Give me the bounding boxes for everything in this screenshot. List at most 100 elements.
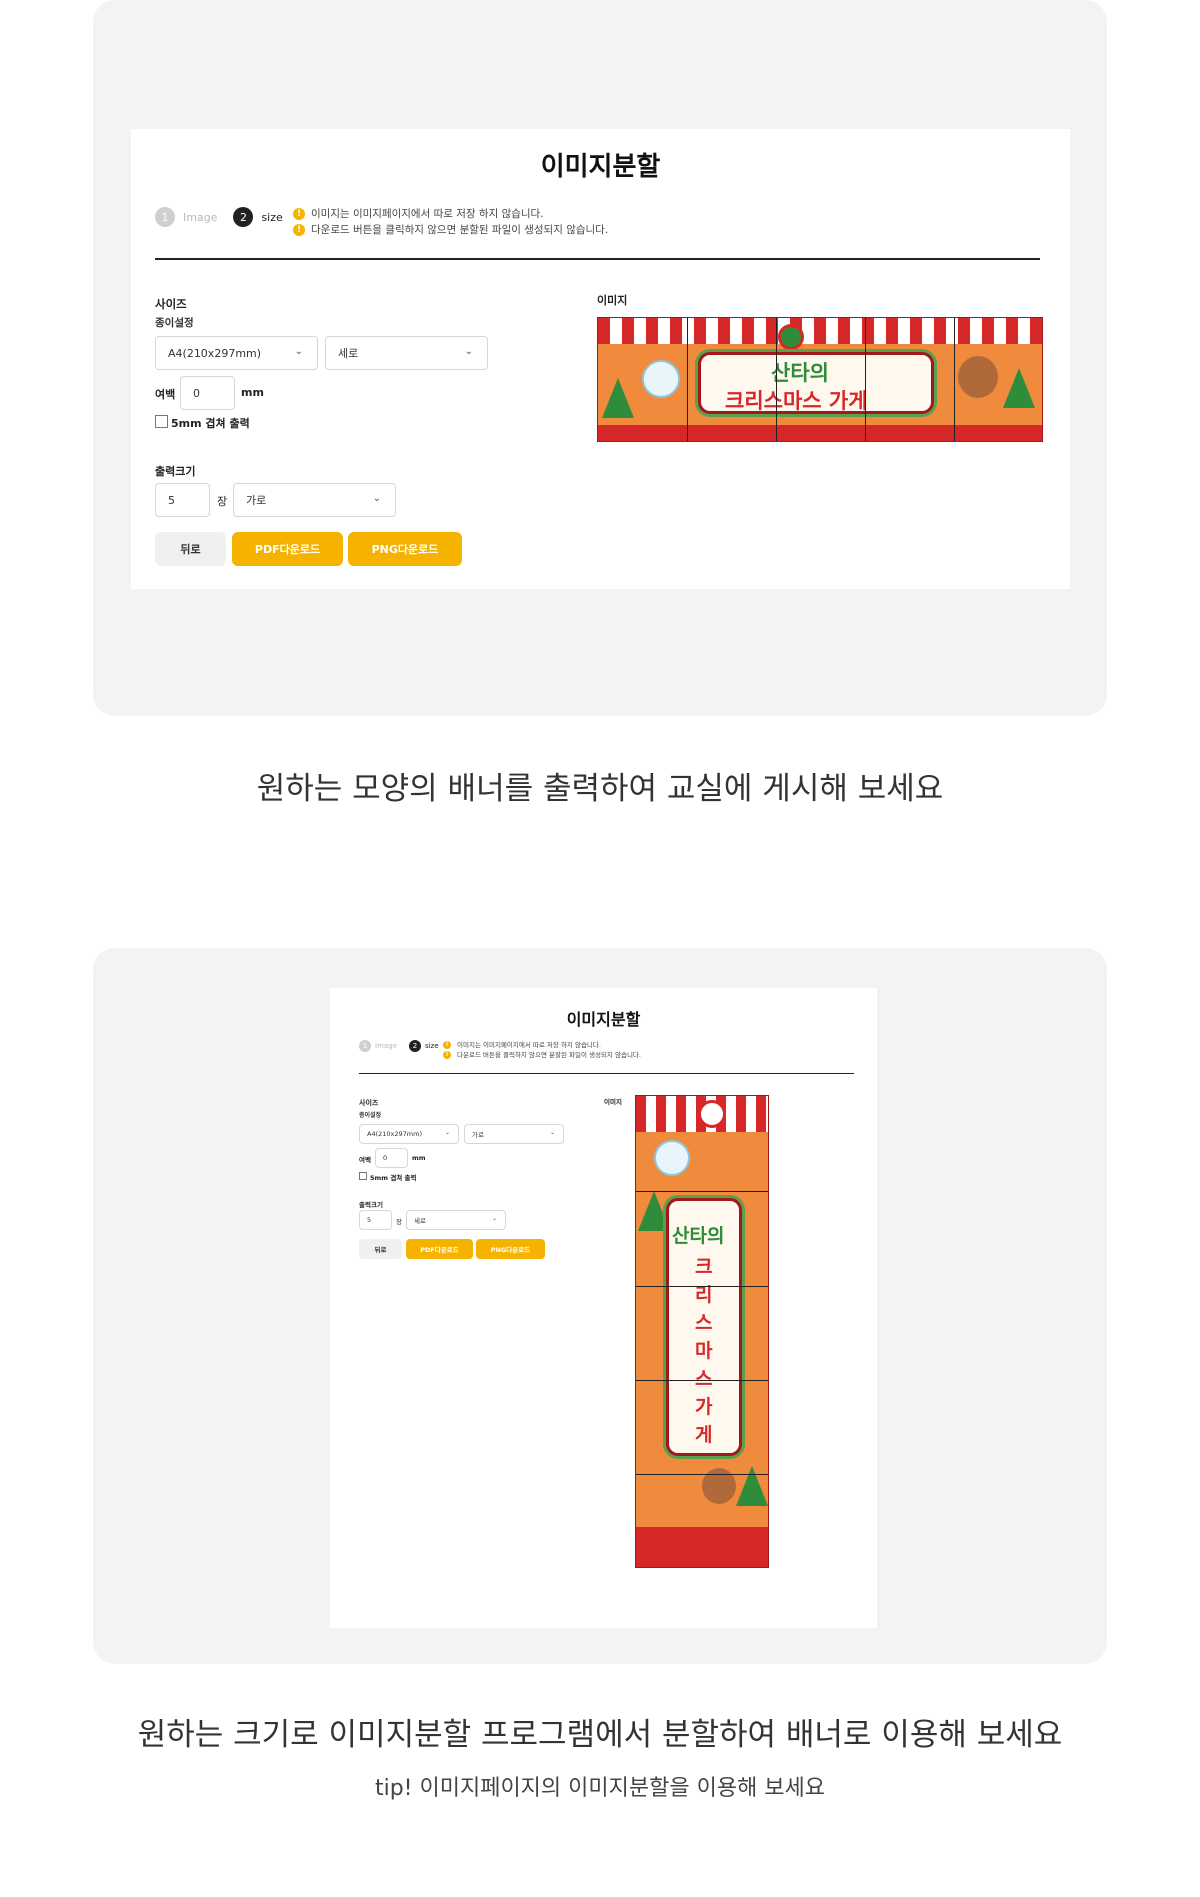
divider xyxy=(155,258,1040,260)
image-split-app-vertical: 이미지분할 1 Image 2 size ! 이미지는 이미지페이지에서 따로 … xyxy=(330,988,877,1628)
orientation-value: 세로 xyxy=(338,347,359,360)
step-1-badge[interactable]: 1 xyxy=(359,1040,371,1052)
orientation-select[interactable]: 가로 ⌄ xyxy=(464,1124,564,1144)
step-indicator: 1 Image 2 size xyxy=(155,207,283,227)
warning-icon: ! xyxy=(443,1051,451,1059)
split-seam xyxy=(636,1286,768,1287)
image-split-app-horizontal: 이미지분할 1 Image 2 size ! 이미지는 이미지페이지에서 따로 … xyxy=(131,129,1070,589)
output-count-input[interactable]: 5 xyxy=(155,483,210,517)
output-size-label: 출력크기 xyxy=(359,1201,383,1209)
chevron-down-icon: ⌄ xyxy=(444,1129,450,1136)
image-preview-label: 이미지 xyxy=(597,294,628,307)
back-button[interactable]: 뒤로 xyxy=(359,1239,402,1259)
split-seam xyxy=(636,1191,768,1192)
caption-horizontal: 원하는 모양의 배너를 출력하여 교실에 게시해 보세요 xyxy=(256,771,944,807)
split-seam xyxy=(954,318,955,441)
step-2-label[interactable]: size xyxy=(425,1042,439,1050)
wreath-decoration xyxy=(778,324,804,350)
orientation-select[interactable]: 세로 ⌄ xyxy=(325,336,488,370)
png-download-button[interactable]: PNG다운로드 xyxy=(476,1239,545,1259)
tree-decoration xyxy=(602,378,634,418)
split-seam xyxy=(636,1380,768,1381)
tree-decoration xyxy=(736,1466,768,1506)
notice-text: 다운로드 버튼을 클릭하지 않으면 분할된 파일이 생성되지 않습니다. xyxy=(311,224,609,236)
pdf-download-button[interactable]: PDF다운로드 xyxy=(232,532,343,566)
output-count-input[interactable]: 5 xyxy=(359,1210,392,1230)
banner-sign: 산타의 크리스마스가게 xyxy=(666,1198,742,1456)
overlap-label: 5mm 겹쳐 출력 xyxy=(171,417,250,430)
split-seam xyxy=(636,1474,768,1475)
banner-title-line1: 산타의 xyxy=(771,361,829,385)
paper-size-select[interactable]: A4(210x297mm) ⌄ xyxy=(155,336,318,370)
step-1-label[interactable]: Image xyxy=(183,211,217,224)
output-unit: 장 xyxy=(217,495,228,508)
paper-setting-label: 종이설정 xyxy=(359,1112,382,1119)
margin-input[interactable]: 0 xyxy=(375,1148,408,1168)
notice-list: ! 이미지는 이미지페이지에서 따로 저장 하지 않습니다. ! 다운로드 버튼… xyxy=(443,1040,641,1060)
notice-item: ! 이미지는 이미지페이지에서 따로 저장 하지 않습니다. xyxy=(443,1040,641,1050)
step-2-label[interactable]: size xyxy=(261,211,282,224)
tree-decoration xyxy=(1003,368,1035,408)
image-preview-label: 이미지 xyxy=(604,1098,622,1106)
warning-icon: ! xyxy=(443,1041,451,1049)
banner-sign: 산타의 크리스마스 가게 xyxy=(698,352,934,414)
split-seam xyxy=(776,318,777,441)
margin-unit: mm xyxy=(412,1154,426,1162)
notice-item: ! 다운로드 버튼을 클릭하지 않으면 분할된 파일이 생성되지 않습니다. xyxy=(293,222,608,238)
output-unit: 장 xyxy=(396,1218,402,1226)
chevron-down-icon: ⌄ xyxy=(372,493,381,504)
step-1-badge[interactable]: 1 xyxy=(155,207,175,227)
split-seam xyxy=(687,318,688,441)
divider xyxy=(359,1073,854,1074)
step-1-label[interactable]: Image xyxy=(375,1042,397,1050)
overlap-checkbox[interactable] xyxy=(155,415,168,428)
chevron-down-icon: ⌄ xyxy=(491,1215,497,1222)
paper-size-value: A4(210x297mm) xyxy=(367,1130,422,1138)
chevron-down-icon: ⌄ xyxy=(294,346,303,357)
margin-label: 여백 xyxy=(359,1156,371,1164)
png-download-button[interactable]: PNG다운로드 xyxy=(348,532,462,566)
chevron-down-icon: ⌄ xyxy=(464,346,473,357)
orientation-value: 가로 xyxy=(472,1131,484,1139)
teddy-bear-decoration xyxy=(958,356,998,398)
awning-stripes xyxy=(598,318,1042,344)
notice-text: 이미지는 이미지페이지에서 따로 저장 하지 않습니다. xyxy=(457,1041,601,1049)
margin-unit: mm xyxy=(241,386,264,399)
app-title: 이미지분할 xyxy=(566,1010,641,1029)
polar-bear-decoration xyxy=(654,1140,690,1176)
notice-text: 다운로드 버튼을 클릭하지 않으면 분할된 파일이 생성되지 않습니다. xyxy=(457,1051,641,1059)
pdf-download-button[interactable]: PDF다운로드 xyxy=(406,1239,473,1259)
banner-title-line2: 크리스마스가게 xyxy=(695,1256,713,1446)
chevron-down-icon: ⌄ xyxy=(549,1129,555,1136)
notice-text: 이미지는 이미지페이지에서 따로 저장 하지 않습니다. xyxy=(311,208,544,220)
paper-size-select[interactable]: A4(210x297mm) ⌄ xyxy=(359,1124,459,1144)
direction-select[interactable]: 세로 ⌄ xyxy=(406,1210,506,1230)
app-title: 이미지분할 xyxy=(540,152,661,182)
banner-base xyxy=(636,1527,768,1567)
banner-title-line2: 크리스마스 가게 xyxy=(725,389,868,413)
santa-decoration xyxy=(698,1100,726,1128)
margin-label: 여백 xyxy=(155,388,176,401)
margin-input[interactable]: 0 xyxy=(180,376,235,410)
notice-list: ! 이미지는 이미지페이지에서 따로 저장 하지 않습니다. ! 다운로드 버튼… xyxy=(293,206,608,238)
direction-select[interactable]: 가로 ⌄ xyxy=(233,483,396,517)
direction-value: 가로 xyxy=(246,494,267,507)
size-section-label: 사이즈 xyxy=(155,297,187,311)
overlap-label: 5mm 겹쳐 출력 xyxy=(370,1174,417,1182)
split-seam xyxy=(865,318,866,441)
back-button[interactable]: 뒤로 xyxy=(155,532,226,566)
step-2-badge[interactable]: 2 xyxy=(408,1040,421,1052)
warning-icon: ! xyxy=(293,224,305,236)
size-section-label: 사이즈 xyxy=(359,1099,379,1107)
direction-value: 세로 xyxy=(414,1217,426,1225)
output-size-label: 출력크기 xyxy=(155,465,196,478)
banner-base xyxy=(598,425,1042,441)
banner-title-line1: 산타의 xyxy=(672,1225,725,1247)
tip-text: tip! 이미지페이지의 이미지분할을 이용해 보세요 xyxy=(374,1776,826,1801)
step-2-badge[interactable]: 2 xyxy=(233,207,254,227)
warning-icon: ! xyxy=(293,208,305,220)
banner-preview: 산타의 크리스마스가게 xyxy=(635,1095,769,1568)
overlap-checkbox[interactable] xyxy=(359,1172,367,1180)
notice-item: ! 다운로드 버튼을 클릭하지 않으면 분할된 파일이 생성되지 않습니다. xyxy=(443,1050,641,1060)
notice-item: ! 이미지는 이미지페이지에서 따로 저장 하지 않습니다. xyxy=(293,206,608,222)
